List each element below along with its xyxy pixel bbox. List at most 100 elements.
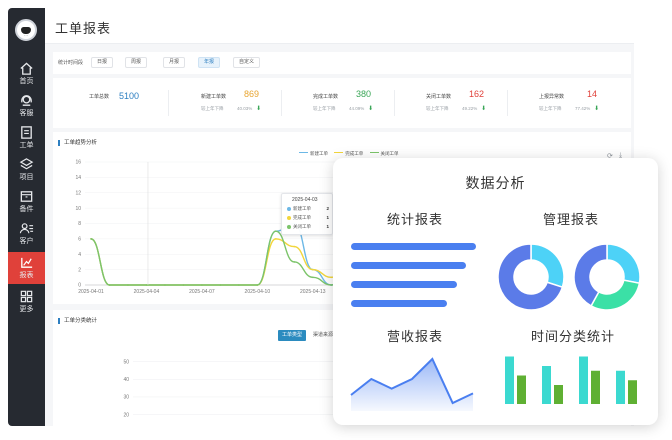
- y-tick-label: 10: [75, 206, 81, 212]
- sidebar-item-label: 备件: [19, 206, 34, 213]
- sidebar-item-reports[interactable]: 报表: [8, 252, 45, 284]
- sidebar-item-more[interactable]: 更多: [8, 286, 45, 318]
- stat-value: 380: [356, 89, 372, 99]
- box-icon: [20, 191, 33, 202]
- headset-icon: [21, 95, 32, 106]
- chart-icon: [21, 257, 33, 268]
- chart-tooltip: 2025-04-03 新建工单 2 完成工单 1 关闭工单 1: [281, 193, 333, 235]
- data-point: [90, 238, 92, 240]
- sidebar-item-service[interactable]: 客服: [8, 90, 45, 122]
- sidebar-item-home[interactable]: 首页: [8, 58, 45, 90]
- home-icon: [20, 62, 33, 75]
- avatar-text: ···: [24, 33, 28, 38]
- time-bar: [616, 370, 625, 404]
- y-tick-label: 40: [123, 377, 129, 383]
- overlay-graphics: [350, 243, 641, 411]
- time-bar: [517, 375, 526, 404]
- y-tick-label: 4: [78, 252, 81, 258]
- tooltip-label: 关闭工单: [293, 224, 311, 229]
- stat-compare: 较上年下降: [539, 106, 562, 111]
- stat-name: 完成工单数: [313, 94, 339, 100]
- revenue-area: [351, 359, 473, 411]
- stat-compare: 较上年下降: [426, 106, 449, 111]
- tooltip-row: 关闭工单 1: [287, 224, 331, 230]
- data-point: [275, 238, 277, 240]
- data-point: [293, 245, 296, 248]
- tooltip-row: 新建工单 2: [287, 206, 331, 212]
- sidebar-item-parts[interactable]: 备件: [8, 186, 45, 218]
- donut-slice: [590, 279, 641, 311]
- page-title: 工单报表: [55, 21, 112, 36]
- divider: [394, 90, 395, 116]
- filter-yearly-button[interactable]: 年报: [198, 57, 221, 68]
- stat-name: 关闭工单数: [426, 94, 452, 100]
- time-bar: [542, 366, 551, 404]
- filter-daily-button[interactable]: 日报: [91, 57, 114, 68]
- y-tick-label: 16: [75, 160, 81, 166]
- filter-weekly-button[interactable]: 周报: [125, 57, 148, 68]
- y-tick-label: 30: [123, 395, 129, 401]
- y-tick-label: 2: [78, 267, 81, 273]
- data-point: [238, 284, 240, 286]
- x-tick-label: 2025-04-01: [78, 289, 104, 295]
- stat-value: 14: [587, 89, 598, 99]
- filter-monthly-button[interactable]: 月报: [163, 57, 186, 68]
- sidebar-item-label: 工单: [19, 142, 34, 149]
- tooltip-label: 完成工单: [293, 215, 311, 220]
- grid-icon: [20, 290, 33, 303]
- period-filter-label: 统计时间段: [58, 60, 84, 66]
- time-bar: [591, 370, 600, 404]
- tooltip-value: 1: [326, 215, 329, 220]
- time-bar: [554, 385, 563, 404]
- sidebar-item-label: 客服: [19, 110, 34, 117]
- tooltip-dot: [287, 215, 291, 220]
- sidebar-item-label: 更多: [19, 306, 34, 313]
- x-tick-label: 2025-04-13: [300, 289, 326, 295]
- stat-percent: 40.03%: [237, 106, 253, 111]
- y-tick-label: 20: [123, 412, 129, 418]
- tooltip-dot: [287, 224, 291, 229]
- data-point: [145, 284, 148, 286]
- data-point: [330, 276, 333, 279]
- users-icon: [19, 223, 34, 234]
- stat-name: 新建工单数: [201, 94, 227, 100]
- tooltip-row: 完成工单 1: [287, 215, 331, 221]
- data-point: [219, 284, 222, 286]
- x-tick-label: 2025-04-07: [189, 289, 215, 295]
- stat-compare: 较上年下降: [201, 106, 224, 111]
- y-tick-label: 14: [75, 175, 81, 181]
- data-point: [293, 261, 296, 263]
- ticket-icon: [21, 126, 32, 139]
- divider: [168, 90, 169, 116]
- y-tick-label: 8: [78, 221, 81, 227]
- avatar[interactable]: ···: [15, 19, 37, 41]
- data-point: [311, 268, 314, 271]
- filter-custom-button[interactable]: 自定义: [233, 57, 261, 68]
- sidebar-item-tickets[interactable]: 工单: [8, 122, 45, 154]
- y-tick-label: 50: [123, 359, 129, 365]
- divider: [507, 90, 508, 116]
- donut-slice: [530, 243, 565, 289]
- tooltip-label: 新建工单: [293, 206, 311, 211]
- data-point: [330, 284, 333, 286]
- app-window: ··· 首页 客服 工单 项目 备件 客户 报表 更多 工单报表 统计时间段 日…: [0, 0, 672, 440]
- y-tick-label: 12: [75, 190, 81, 196]
- period-filter: 统计时间段 日报 周报 月报 年报 自定义: [53, 52, 631, 74]
- x-tick-label: 2025-04-10: [245, 289, 271, 295]
- stat-name: 上报异常数: [539, 94, 565, 100]
- sidebar-item-projects[interactable]: 项目: [8, 154, 45, 186]
- stat-compare: 较上年下降: [313, 106, 336, 111]
- tooltip-dot: [287, 206, 291, 211]
- time-bar: [579, 356, 588, 404]
- arrow-down-icon: ⬇: [256, 106, 262, 112]
- y-tick-label: 6: [78, 237, 81, 243]
- sidebar-item-customers[interactable]: 客户: [8, 218, 45, 250]
- tooltip-date: 2025-04-03: [292, 197, 318, 203]
- data-point: [311, 276, 314, 279]
- stat-value: 869: [244, 89, 260, 99]
- donut-slice: [606, 243, 641, 285]
- stat-percent: 49.22%: [462, 106, 478, 111]
- arrow-down-icon: ⬇: [368, 106, 374, 112]
- stats-summary: 工单总数 5100 新建工单数 869 较上年下降 40.03% ⬇ 完成工单数…: [53, 78, 631, 128]
- data-point: [275, 230, 277, 232]
